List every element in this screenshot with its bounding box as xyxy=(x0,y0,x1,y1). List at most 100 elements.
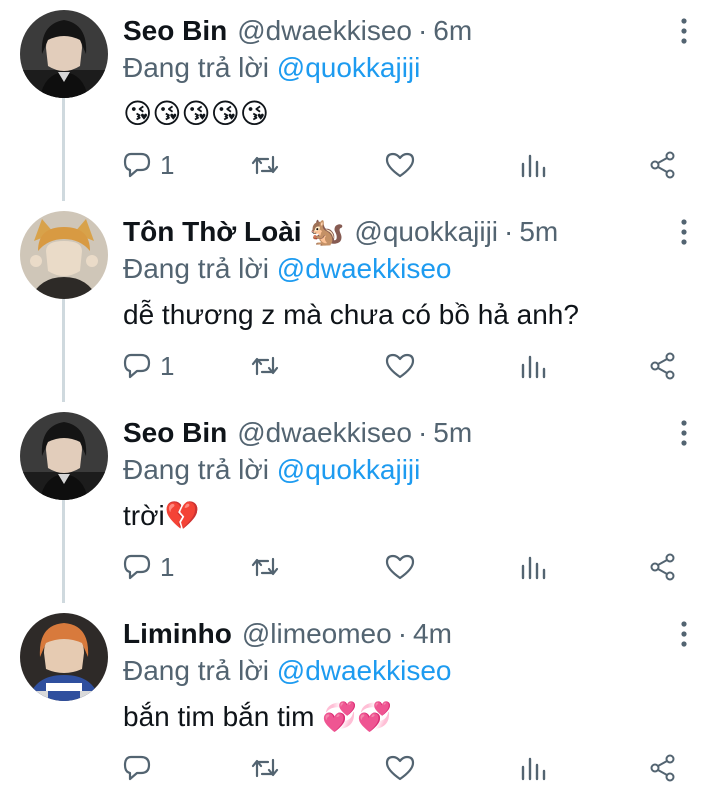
more-vertical-icon[interactable] xyxy=(672,418,696,448)
avatar[interactable] xyxy=(20,613,108,701)
action-bar: 1 xyxy=(0,147,720,183)
timestamp[interactable]: 5m xyxy=(519,214,558,250)
tweet-header: Liminho @limeomeo · 4m xyxy=(123,616,452,652)
share-button[interactable] xyxy=(648,147,678,183)
reply-icon xyxy=(122,552,152,582)
user-handle[interactable]: @quokkajiji xyxy=(354,214,498,250)
user-handle[interactable]: @dwaekkiseo xyxy=(237,415,412,451)
like-button[interactable] xyxy=(385,750,415,786)
heart-icon xyxy=(385,351,415,381)
tweet-header: Seo Bin @dwaekkiseo · 6m xyxy=(123,13,472,49)
analytics-icon xyxy=(518,150,548,180)
share-icon xyxy=(648,150,678,180)
reply-icon xyxy=(122,150,152,180)
share-icon xyxy=(648,552,678,582)
heart-icon xyxy=(385,552,415,582)
reply-button[interactable] xyxy=(122,750,160,786)
display-name[interactable]: Seo Bin xyxy=(123,415,227,451)
tweet-2[interactable]: Tôn Thờ Loài 🐿️ @quokkajiji · 5m Đang tr… xyxy=(0,201,720,402)
analytics-button[interactable] xyxy=(518,348,548,384)
replying-to-label: Đang trả lời xyxy=(123,655,269,686)
retweet-button[interactable] xyxy=(250,549,280,585)
analytics-button[interactable] xyxy=(518,549,548,585)
reply-button[interactable]: 1 xyxy=(122,549,174,585)
avatar[interactable] xyxy=(20,10,108,98)
user-handle[interactable]: @dwaekkiseo xyxy=(237,13,412,49)
reply-count: 1 xyxy=(160,150,175,180)
reply-button[interactable]: 1 xyxy=(122,348,174,384)
retweet-button[interactable] xyxy=(250,750,280,786)
share-button[interactable] xyxy=(648,750,678,786)
action-bar: 1 xyxy=(0,549,720,585)
user-handle[interactable]: @limeomeo xyxy=(242,616,392,652)
separator-dot: · xyxy=(397,618,408,649)
share-button[interactable] xyxy=(648,348,678,384)
tweet-4[interactable]: Liminho @limeomeo · 4m Đang trả lời @dwa… xyxy=(0,603,720,790)
timestamp[interactable]: 5m xyxy=(433,415,472,451)
display-name[interactable]: Liminho xyxy=(123,616,232,652)
analytics-button[interactable] xyxy=(518,147,548,183)
separator-dot: · xyxy=(417,15,428,46)
separator-dot: · xyxy=(504,216,514,247)
display-name[interactable]: Seo Bin xyxy=(123,13,227,49)
analytics-icon xyxy=(518,552,548,582)
like-button[interactable] xyxy=(385,348,415,384)
tweet-1[interactable]: Seo Bin @dwaekkiseo · 6m Đang trả lời @q… xyxy=(0,0,720,201)
emoji: 💞💞 xyxy=(322,701,392,732)
analytics-button[interactable] xyxy=(518,750,548,786)
replying-to: Đang trả lời @quokkajiji xyxy=(123,50,420,86)
tweet-text: dễ thương z mà chưa có bồ hả anh? xyxy=(123,297,579,333)
share-icon xyxy=(648,753,678,783)
like-button[interactable] xyxy=(385,549,415,585)
more-vertical-icon[interactable] xyxy=(672,619,696,649)
retweet-icon xyxy=(250,552,280,582)
reply-icon xyxy=(122,351,152,381)
reply-button[interactable]: 1 xyxy=(122,147,174,183)
replying-to-label: Đang trả lời xyxy=(123,454,269,485)
timestamp[interactable]: 4m xyxy=(413,616,452,652)
action-bar xyxy=(0,750,720,786)
like-button[interactable] xyxy=(385,147,415,183)
tweet-3[interactable]: Seo Bin @dwaekkiseo · 5m Đang trả lời @q… xyxy=(0,402,720,603)
retweet-icon xyxy=(250,753,280,783)
tweet-text: trời💔 xyxy=(123,498,200,534)
avatar[interactable] xyxy=(20,211,108,299)
share-icon xyxy=(648,351,678,381)
retweet-icon xyxy=(250,150,280,180)
tweet-body: bắn tim bắn tim xyxy=(123,701,323,732)
retweet-button[interactable] xyxy=(250,147,280,183)
mention-link[interactable]: @dwaekkiseo xyxy=(277,253,452,284)
replying-to: Đang trả lời @dwaekkiseo xyxy=(123,251,452,287)
retweet-icon xyxy=(250,351,280,381)
retweet-button[interactable] xyxy=(250,348,280,384)
reply-count: 1 xyxy=(160,552,175,582)
reply-count: 1 xyxy=(160,351,175,381)
heart-icon xyxy=(385,150,415,180)
mention-link[interactable]: @dwaekkiseo xyxy=(277,655,452,686)
tweet-body: trời xyxy=(123,500,165,531)
replying-to: Đang trả lời @dwaekkiseo xyxy=(123,653,452,689)
mention-link[interactable]: @quokkajiji xyxy=(277,454,421,485)
mention-link[interactable]: @quokkajiji xyxy=(277,52,421,83)
replying-to: Đang trả lời @quokkajiji xyxy=(123,452,420,488)
tweet-header: Seo Bin @dwaekkiseo · 5m xyxy=(123,415,472,451)
tweet-body: dễ thương z mà chưa có bồ hả anh? xyxy=(123,299,579,330)
analytics-icon xyxy=(518,753,548,783)
emoji: 😘😘😘😘😘 xyxy=(123,98,269,129)
more-vertical-icon[interactable] xyxy=(672,16,696,46)
avatar[interactable] xyxy=(20,412,108,500)
analytics-icon xyxy=(518,351,548,381)
squirrel-emoji: 🐿️ xyxy=(309,216,345,247)
replying-to-label: Đang trả lời xyxy=(123,52,269,83)
display-name[interactable]: Tôn Thờ Loài xyxy=(123,214,302,250)
separator-dot: · xyxy=(417,417,428,448)
timestamp[interactable]: 6m xyxy=(433,13,472,49)
replying-to-label: Đang trả lời xyxy=(123,253,269,284)
share-button[interactable] xyxy=(648,549,678,585)
heart-icon xyxy=(385,753,415,783)
emoji: 💔 xyxy=(164,500,200,531)
action-bar: 1 xyxy=(0,348,720,384)
tweet-text: 😘😘😘😘😘 xyxy=(123,96,269,132)
tweet-text: bắn tim bắn tim 💞💞 xyxy=(123,699,392,735)
more-vertical-icon[interactable] xyxy=(672,217,696,247)
